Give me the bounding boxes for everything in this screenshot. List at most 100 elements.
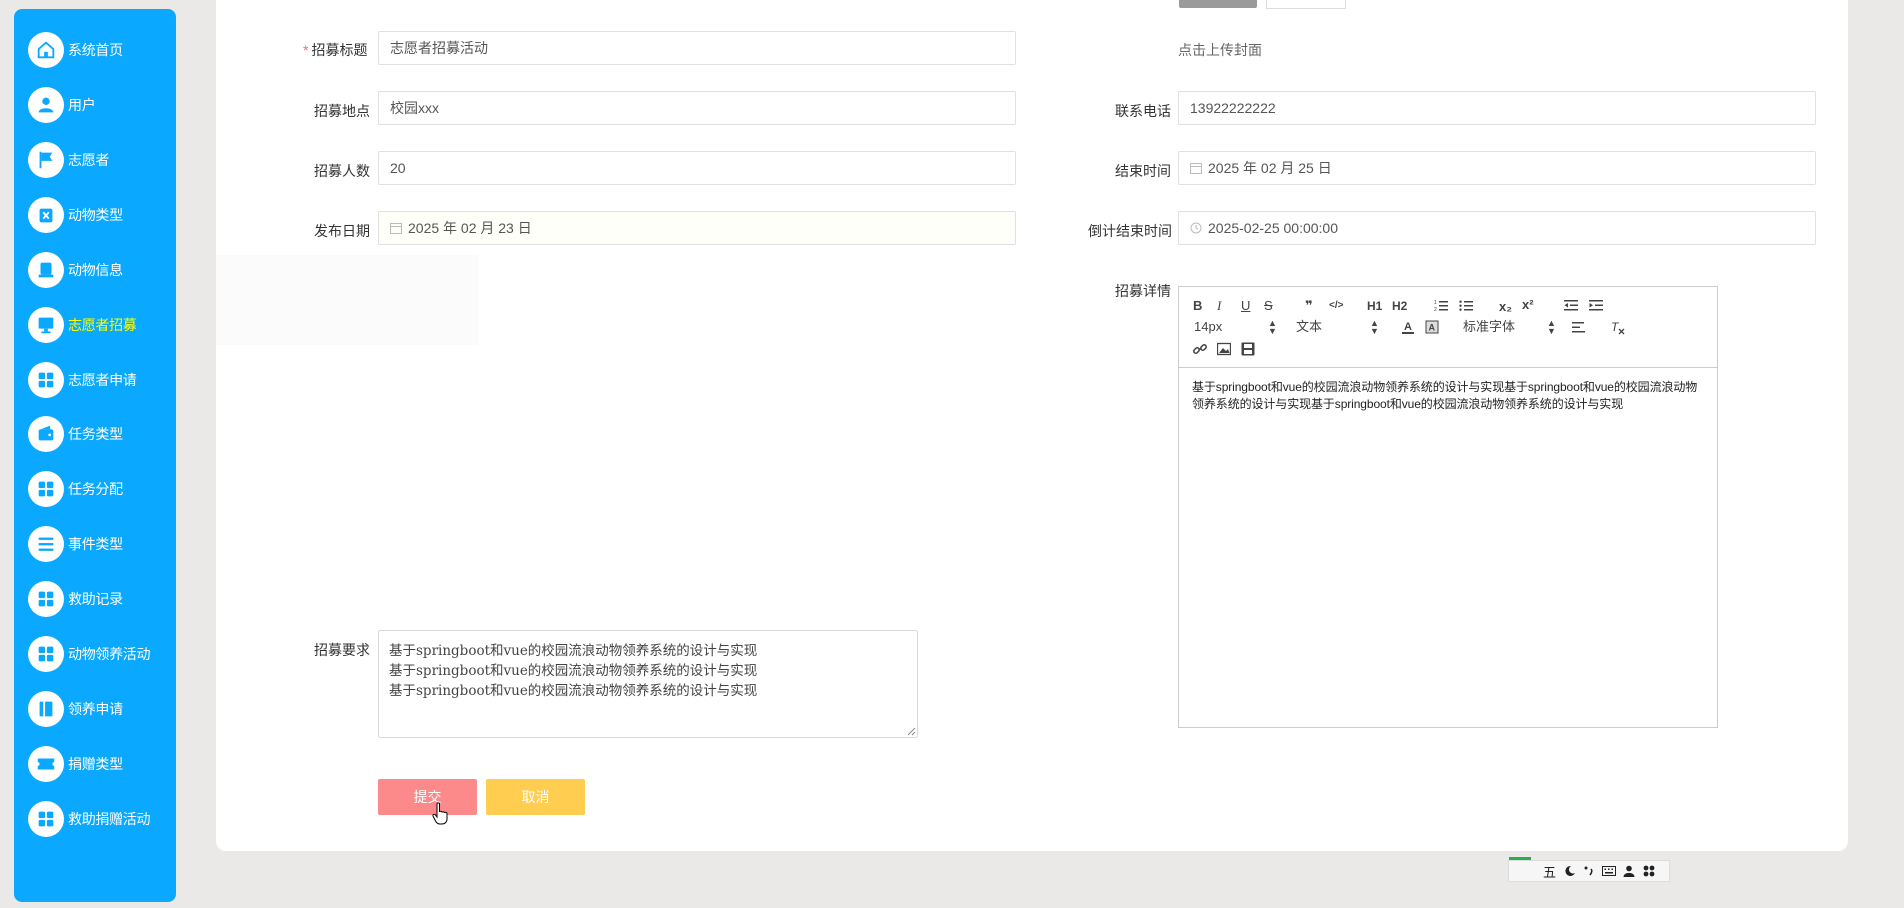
apps-icon[interactable] (1642, 865, 1656, 877)
calendar-icon (1190, 163, 1202, 174)
grid-icon (28, 636, 64, 672)
requirements-line: 基于springboot和vue的校园流浪动物领养系统的设计与实现 (389, 663, 758, 679)
sidebar-item-label: 事件类型 (68, 536, 123, 552)
sidebar-item-label: 志愿者申请 (68, 372, 137, 388)
clock-icon (1190, 222, 1202, 234)
submit-button[interactable]: 提交 (378, 779, 477, 815)
keyboard-icon[interactable] (1602, 865, 1617, 877)
sidebar-item-adopt-apply[interactable]: 领养申请 (28, 689, 123, 729)
clear-format-icon[interactable]: T (1610, 320, 1626, 335)
sidebar-item-apply[interactable]: 志愿者申请 (28, 360, 137, 400)
sidebar-item-label: 领养申请 (68, 701, 123, 717)
moon-icon[interactable] (1562, 865, 1576, 877)
requirements-textarea[interactable]: 基于springboot和vue的校园流浪动物领养系统的设计与实现 基于spri… (378, 630, 918, 738)
resize-grip-icon[interactable] (907, 727, 916, 736)
svg-text:T: T (1611, 320, 1620, 334)
wallet-icon (28, 416, 64, 452)
bold-button[interactable]: B (1193, 298, 1202, 314)
sidebar-item-volunteer[interactable]: 志愿者 (28, 140, 109, 180)
calendar-icon (390, 223, 402, 234)
link-icon[interactable] (1193, 342, 1207, 356)
strike-button[interactable]: S (1264, 298, 1273, 314)
ime-mode[interactable]: 五 (1543, 862, 1556, 881)
chevron-updown-icon: ▲ ▼ (1370, 318, 1379, 336)
user-icon (28, 87, 64, 123)
text-type-value: 文本 (1296, 319, 1323, 334)
font-size-select[interactable]: 14px ▲ ▼ (1194, 319, 1277, 336)
sidebar-item-recruit[interactable]: 志愿者招募 (28, 305, 137, 345)
grid-icon (28, 471, 64, 507)
sidebar-item-task-assign[interactable]: 任务分配 (28, 469, 123, 509)
sidebar-item-animal-type[interactable]: 动物类型 (28, 195, 123, 235)
outdent-icon[interactable] (1564, 299, 1578, 312)
required-mark: * (303, 42, 309, 58)
svg-text:1: 1 (1434, 300, 1437, 306)
sidebar-item-donate-activity[interactable]: 救助捐赠活动 (28, 799, 151, 839)
sidebar-item-task-type[interactable]: 任务类型 (28, 414, 123, 454)
h1-button[interactable]: H1 (1367, 298, 1382, 314)
grid-icon (28, 362, 64, 398)
sidebar-item-animal-info[interactable]: 动物信息 (28, 250, 123, 290)
sidebar-item-label: 救助捐赠活动 (68, 811, 151, 827)
grid-icon (28, 801, 64, 837)
sidebar-item-donate-type[interactable]: 捐赠类型 (28, 744, 123, 784)
indent-icon[interactable] (1589, 299, 1603, 312)
rich-text-editor[interactable]: B I U S ❞ </> H1 H2 12 x₂ x² 14px ▲ ▼ 文本 … (1178, 286, 1718, 728)
font-family-select[interactable]: 标准字体 ▲ ▼ (1463, 319, 1556, 336)
subscript-button[interactable]: x₂ (1499, 299, 1512, 315)
flag-icon (28, 142, 64, 178)
countdown-value: 2025-02-25 00:00:00 (1208, 220, 1338, 236)
title-field[interactable]: 志愿者招募活动 (378, 31, 1016, 65)
ime-toolbar[interactable]: 五 (1508, 860, 1670, 882)
location-label: 招募地点 (314, 103, 370, 119)
sidebar-item-label: 动物领养活动 (68, 646, 151, 662)
phone-field[interactable]: 13922222222 (1178, 91, 1816, 125)
cancel-button[interactable]: 取消 (486, 779, 585, 815)
sidebar-item-home[interactable]: 系统首页 (28, 30, 123, 70)
editor-content[interactable]: 基于springboot和vue的校园流浪动物领养系统的设计与实现基于sprin… (1192, 379, 1705, 413)
image-icon[interactable] (1217, 342, 1231, 356)
publish-date-field[interactable]: 2025 年 02 月 23 日 (378, 211, 1016, 245)
hand-cursor-icon (432, 802, 448, 825)
sidebar-item-label: 系统首页 (68, 42, 123, 58)
underline-button[interactable]: U (1241, 298, 1250, 314)
ordered-list-icon[interactable]: 12 (1434, 299, 1448, 312)
ticket-icon (28, 746, 64, 782)
headcount-value: 20 (390, 160, 406, 176)
countdown-field[interactable]: 2025-02-25 00:00:00 (1178, 211, 1816, 245)
cover-upload-slot[interactable] (1266, 0, 1346, 9)
code-button[interactable]: </> (1329, 298, 1343, 314)
h2-button[interactable]: H2 (1392, 298, 1407, 314)
sidebar-item-event-type[interactable]: 事件类型 (28, 524, 123, 564)
sidebar-item-label: 用户 (68, 97, 96, 113)
italic-button[interactable]: I (1217, 298, 1221, 314)
background-color-icon[interactable]: A (1425, 320, 1439, 334)
end-time-field[interactable]: 2025 年 02 月 25 日 (1178, 151, 1816, 185)
headcount-field[interactable]: 20 (378, 151, 1016, 185)
location-field[interactable]: 校园xxx (378, 91, 1016, 125)
phone-value: 13922222222 (1190, 100, 1276, 116)
countdown-label: 倒计结束时间 (1088, 223, 1172, 239)
svg-text:2: 2 (1434, 307, 1437, 312)
video-icon[interactable] (1241, 342, 1255, 356)
svg-text:A: A (1404, 321, 1412, 333)
sidebar-item-user[interactable]: 用户 (28, 85, 96, 125)
superscript-button[interactable]: x² (1522, 297, 1534, 313)
align-icon[interactable] (1572, 321, 1586, 334)
punctuation-icon[interactable] (1582, 865, 1596, 877)
end-time-value: 2025 年 02 月 25 日 (1208, 160, 1332, 176)
user-icon[interactable] (1622, 865, 1636, 877)
home-icon (28, 32, 64, 68)
title-label: * 招募标题 (303, 40, 367, 60)
text-type-select[interactable]: 文本 ▲ ▼ (1296, 318, 1379, 336)
quote-button[interactable]: ❞ (1305, 298, 1313, 314)
bullet-list-icon[interactable] (1459, 299, 1473, 312)
list-icon (28, 526, 64, 562)
requirements-line: 基于springboot和vue的校园流浪动物领养系统的设计与实现 (389, 683, 758, 699)
cover-image[interactable] (1179, 0, 1257, 8)
sidebar: 系统首页 用户 志愿者 动物类型 动物信息 志愿者招募 志愿者申请 任务类型 任… (14, 9, 176, 902)
font-color-icon[interactable]: A (1401, 320, 1415, 334)
sidebar-item-rescue[interactable]: 救助记录 (28, 579, 123, 619)
sidebar-item-adopt-activity[interactable]: 动物领养活动 (28, 634, 151, 674)
title-value: 志愿者招募活动 (390, 40, 488, 56)
